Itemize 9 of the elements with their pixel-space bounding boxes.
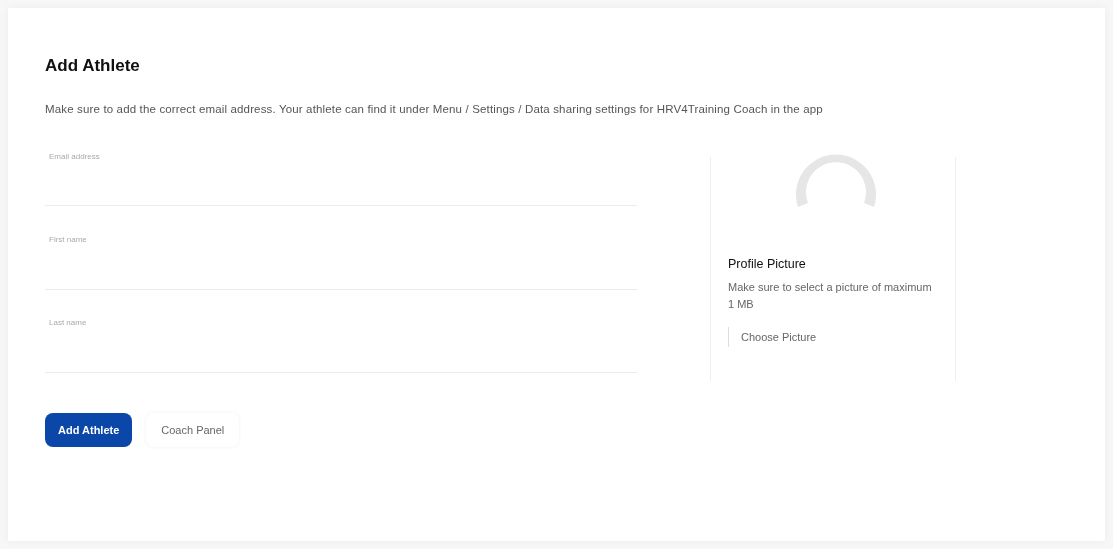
page-title: Add Athlete — [45, 56, 141, 76]
add-athlete-button[interactable]: Add Athlete — [45, 413, 133, 447]
profile-picture-hint: Make sure to select a picture of maximum 1 MB — [728, 280, 933, 312]
description-text: Make sure to add the correct email address. Your athlete can find it under Menu / Settings / Data sharing settings for HRV4Training Coach in the app — [45, 103, 824, 115]
profile-picture-title: Profile Picture — [728, 257, 807, 271]
text-field[interactable]: Last name — [45, 303, 637, 373]
coach-panel-button[interactable]: Coach Panel — [146, 413, 240, 447]
text-field[interactable]: Email address — [45, 137, 637, 207]
text-field[interactable]: First name — [45, 220, 637, 290]
